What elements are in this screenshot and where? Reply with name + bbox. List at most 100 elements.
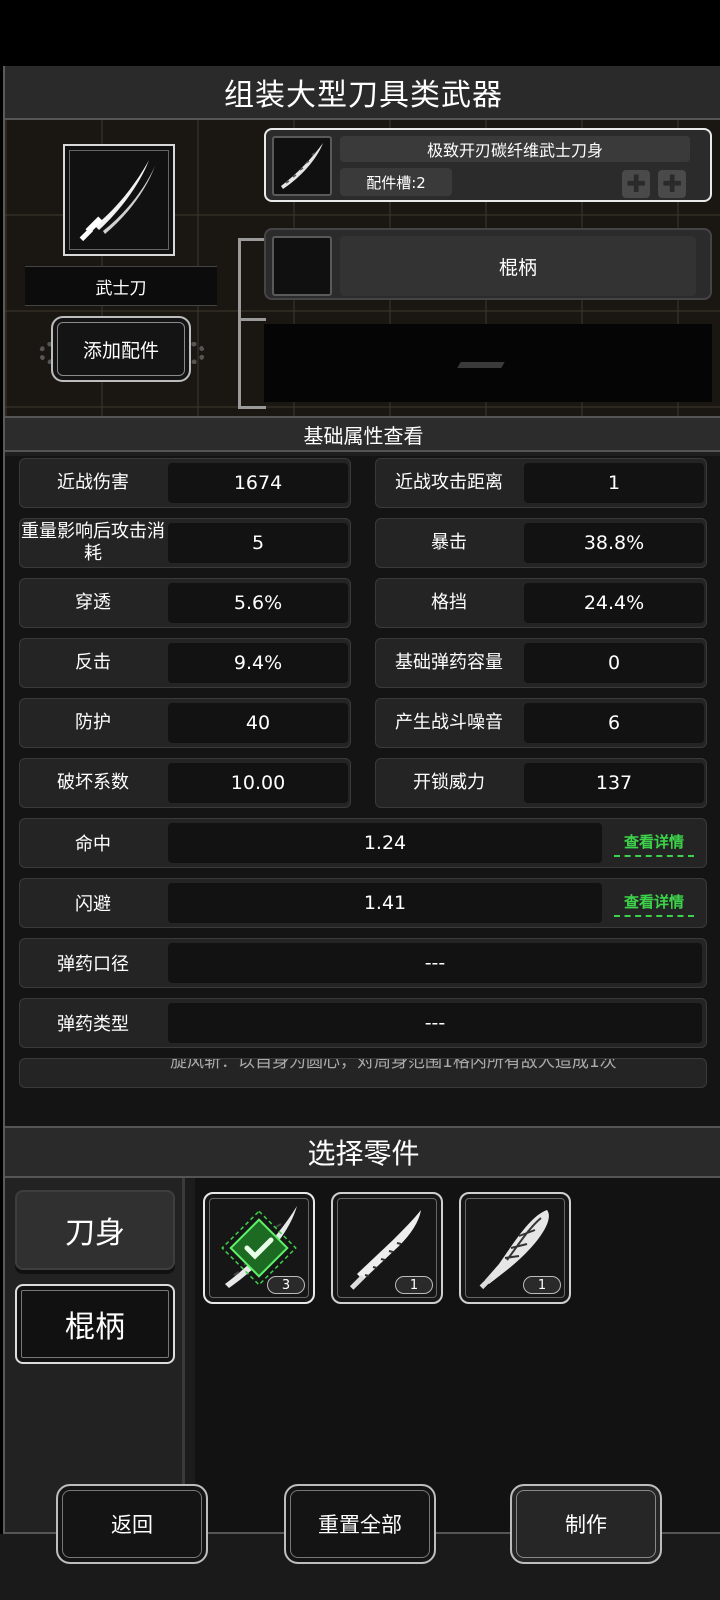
stat-label: 弹药口径 (57, 954, 129, 975)
category-handle[interactable]: 棍柄 (15, 1284, 175, 1364)
stat-label: 重量影响后攻击消耗 (21, 521, 165, 564)
view-details-link[interactable]: 查看详情 (614, 827, 694, 857)
serrated-blade-icon (281, 143, 323, 189)
stat-row-dodge: 闪避 1.41 查看详情 (19, 878, 707, 928)
tree-connector (238, 406, 266, 409)
katana-icon (79, 160, 155, 242)
skill-description-text: 旋风斩：以自身为圆心，对周身范围1格内所有敌人造成1次 (170, 1058, 617, 1072)
stat-cell: 开锁威力 137 (375, 758, 707, 808)
stat-value: 5.6% (168, 583, 348, 623)
stat-value: 9.4% (168, 643, 348, 683)
stat-value: 137 (524, 763, 704, 803)
stat-row-caliber: 弹药口径 --- (19, 938, 707, 988)
stat-cell: 基础弹药容量 0 (375, 638, 707, 688)
back-button[interactable]: 返回 (56, 1484, 208, 1564)
add-attachment-icon[interactable]: ✚ (622, 170, 650, 198)
weapon-name: 武士刀 (25, 266, 217, 306)
stat-value: 24.4% (524, 583, 704, 623)
slot-part-name: 棍柄 (340, 236, 696, 296)
selected-check-icon (221, 1210, 297, 1286)
stat-cell: 防护 40 (19, 698, 351, 748)
stat-cell: 重量影响后攻击消耗 5 (19, 518, 351, 568)
stat-value: --- (168, 1003, 702, 1043)
stat-value: --- (168, 943, 702, 983)
stat-value: 0 (524, 643, 704, 683)
part-count-badge: 1 (523, 1276, 561, 1294)
stat-value: 6 (524, 703, 704, 743)
select-parts-title: 选择零件 (5, 1126, 720, 1178)
stat-row: 反击 9.4% 基础弹药容量 0 (19, 638, 707, 688)
add-part-button[interactable]: 添加配件 (51, 316, 191, 382)
part-slot-blade[interactable]: 极致开刃碳纤维武士刀身 配件槽:2 ✚ ✚ (264, 128, 712, 202)
part-item[interactable]: 3 (203, 1192, 315, 1304)
stat-label: 防护 (75, 712, 111, 733)
part-slot-empty (264, 324, 712, 402)
stat-row-ammo-type: 弹药类型 --- (19, 998, 707, 1048)
stat-value: 1.24 (168, 823, 602, 863)
slot-part-name: 极致开刃碳纤维武士刀身 (340, 136, 690, 162)
stat-cell: 产生战斗噪音 6 (375, 698, 707, 748)
stats-section-title: 基础属性查看 (5, 416, 720, 452)
category-list: 刀身 棍柄 (5, 1178, 185, 1532)
handle-thumbnail (272, 236, 332, 296)
stat-label: 闪避 (75, 894, 111, 915)
stat-row: 破坏系数 10.00 开锁威力 137 (19, 758, 707, 808)
stat-cell-wide: 命中 1.24 查看详情 (19, 818, 707, 868)
stat-row: 近战伤害 1674 近战攻击距离 1 (19, 458, 707, 508)
page-title: 组装大型刀具类武器 (5, 66, 720, 120)
skill-description: 旋风斩：以自身为圆心，对周身范围1格内所有敌人造成1次 (19, 1058, 707, 1088)
status-bar (0, 0, 720, 66)
weapon-slot[interactable] (63, 144, 175, 256)
stat-cell: 反击 9.4% (19, 638, 351, 688)
stat-label: 开锁威力 (413, 772, 485, 793)
stat-value: 1674 (168, 463, 348, 503)
part-count-badge: 3 (267, 1276, 305, 1294)
parts-panel: 刀身 棍柄 3 1 1 (5, 1178, 720, 1532)
part-item[interactable]: 1 (459, 1192, 571, 1304)
slot-attachment-count: 配件槽:2 (340, 168, 452, 196)
stat-row: 重量影响后攻击消耗 5 暴击 38.8% (19, 518, 707, 568)
stats-panel: 近战伤害 1674 近战攻击距离 1 重量影响后攻击消耗 5 暴击 38.8% … (5, 456, 720, 1126)
stat-cell: 近战攻击距离 1 (375, 458, 707, 508)
stat-row-hit: 命中 1.24 查看详情 (19, 818, 707, 868)
category-blade[interactable]: 刀身 (15, 1190, 175, 1270)
tree-connector (238, 318, 266, 321)
stat-cell: 暴击 38.8% (375, 518, 707, 568)
part-count-badge: 1 (395, 1276, 433, 1294)
stat-row: 防护 40 产生战斗噪音 6 (19, 698, 707, 748)
stat-label: 命中 (75, 834, 111, 855)
part-slot-handle[interactable]: 棍柄 (264, 228, 712, 300)
assembly-panel: 武士刀 添加配件 极致开刃碳纤维武士刀身 配件槽:2 ✚ ✚ 棍柄 (5, 120, 720, 416)
stat-value: 5 (168, 523, 348, 563)
stat-label: 弹药类型 (57, 1014, 129, 1035)
stat-label: 暴击 (431, 532, 467, 553)
stat-value: 10.00 (168, 763, 348, 803)
stat-label: 反击 (75, 652, 111, 673)
stat-label: 格挡 (431, 592, 467, 613)
craft-button[interactable]: 制作 (510, 1484, 662, 1564)
blade-thumbnail (272, 136, 332, 196)
tree-connector (238, 238, 241, 408)
tree-connector (238, 238, 266, 241)
stat-cell: 格挡 24.4% (375, 578, 707, 628)
stat-cell-wide: 弹药口径 --- (19, 938, 707, 988)
stat-cell: 穿透 5.6% (19, 578, 351, 628)
stat-cell-wide: 弹药类型 --- (19, 998, 707, 1048)
reset-all-button[interactable]: 重置全部 (284, 1484, 436, 1564)
view-details-link[interactable]: 查看详情 (614, 887, 694, 917)
stat-cell-wide: 闪避 1.41 查看详情 (19, 878, 707, 928)
stat-cell: 近战伤害 1674 (19, 458, 351, 508)
add-attachment-icon[interactable]: ✚ (658, 170, 686, 198)
stat-value: 1.41 (168, 883, 602, 923)
stat-value: 40 (168, 703, 348, 743)
stat-label: 近战伤害 (57, 472, 129, 493)
stat-label: 近战攻击距离 (395, 472, 503, 493)
stat-value: 38.8% (524, 523, 704, 563)
part-item[interactable]: 1 (331, 1192, 443, 1304)
stat-value: 1 (524, 463, 704, 503)
stat-label: 产生战斗噪音 (395, 712, 503, 733)
stat-cell: 破坏系数 10.00 (19, 758, 351, 808)
assembly-window: 组装大型刀具类武器 武士刀 添加配件 极致开刃碳纤维武士刀身 配件槽:2 ✚ ✚… (3, 66, 720, 1600)
parts-grid: 3 1 1 (195, 1178, 720, 1532)
stat-label: 穿透 (75, 592, 111, 613)
